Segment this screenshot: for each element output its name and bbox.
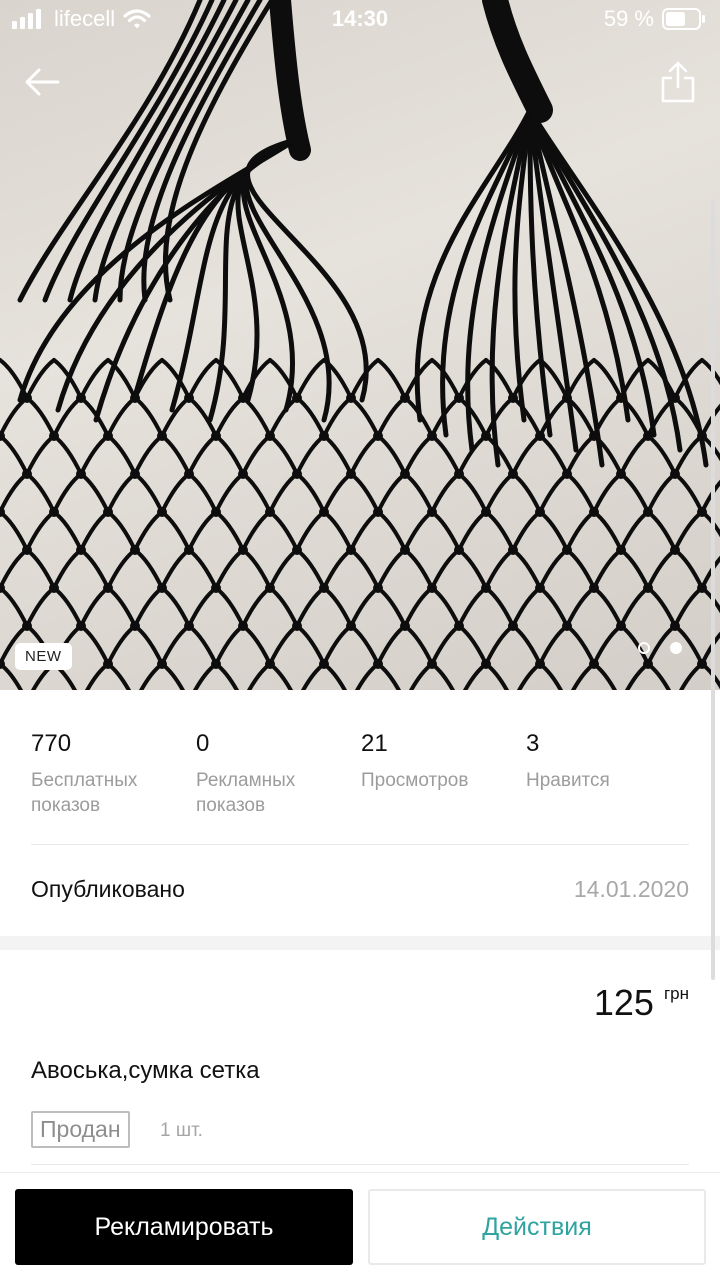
stat-free-impressions: 770 Бесплатных показов [31,730,196,818]
pagination-dot-active [670,642,682,654]
stat-label: Просмотров [361,770,469,791]
divider [31,1164,689,1165]
promote-button[interactable]: Рекламировать [15,1189,353,1265]
price-amount: 125 [593,982,654,1023]
scrollbar[interactable] [711,200,715,980]
share-icon [661,61,695,103]
photo-pagination [638,642,682,654]
price-currency: грн [663,984,689,1003]
share-button[interactable] [660,60,696,104]
price: 125 грн [594,982,689,1024]
actions-button[interactable]: Действия [368,1189,706,1265]
stat-likes: 3 Нравится [526,730,691,818]
product-photo[interactable]: NEW [0,0,720,690]
arrow-left-icon [25,68,60,96]
listing-stats: 770 Бесплатных показов 0 Рекламных показ… [31,730,691,818]
status-badge: Продан [31,1111,130,1148]
stat-value: 0 [196,730,210,757]
back-button[interactable] [22,62,62,102]
stat-label: Нравится [526,770,610,791]
stat-paid-impressions: 0 Рекламных показов [196,730,361,818]
section-separator [0,936,720,950]
listing-title: Авоська,сумка сетка [31,1057,260,1084]
published-date: 14.01.2020 [573,876,689,902]
stat-views: 21 Просмотров [361,730,526,818]
battery-icon [662,8,705,30]
stat-value: 770 [31,730,72,757]
battery-percent: 59 % [603,6,654,31]
published-label: Опубликовано [31,876,185,902]
stat-value: 21 [361,730,388,757]
new-badge: NEW [15,643,72,670]
stat-label: Бесплатных показов [31,770,138,816]
stat-value: 3 [526,730,540,757]
quantity: 1 шт. [160,1120,203,1141]
pagination-dot [638,642,650,654]
status-bar: lifecell 14:30 59 % [0,0,720,40]
bottom-action-bar: Рекламировать Действия [0,1172,720,1280]
divider [31,844,689,845]
stat-label: Рекламных показов [196,770,296,816]
net-bag-illustration [0,0,720,690]
